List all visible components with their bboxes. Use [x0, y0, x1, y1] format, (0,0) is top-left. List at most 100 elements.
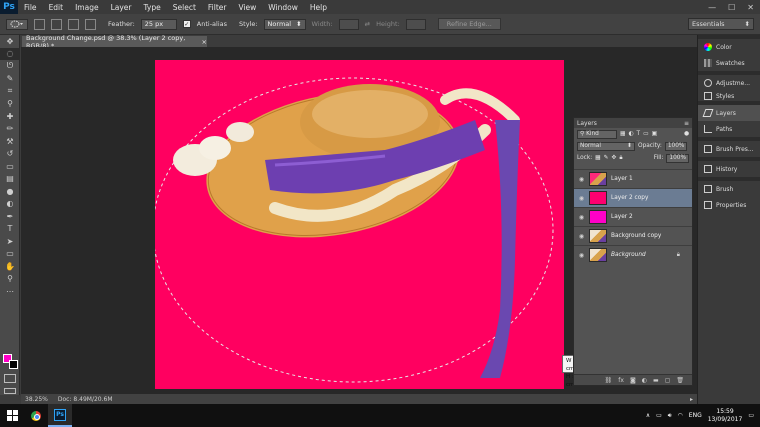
blend-mode-select[interactable]: Normal ⬍ — [577, 141, 635, 151]
new-layer-icon[interactable]: ▢ — [665, 377, 671, 384]
menu-filter[interactable]: Filter — [202, 3, 233, 12]
opacity-input[interactable]: 100% — [664, 141, 688, 151]
visibility-eye-icon[interactable]: ◉ — [574, 214, 589, 221]
menu-type[interactable]: Type — [138, 3, 167, 12]
dodge-tool-icon[interactable]: ◐ — [0, 198, 20, 211]
visibility-eye-icon[interactable]: ◉ — [574, 176, 589, 183]
pen-tool-icon[interactable]: ✒ — [0, 210, 20, 223]
lock-position-icon[interactable]: ✥ — [612, 155, 617, 161]
dock-adjustments[interactable]: Adjustme... — [698, 75, 760, 91]
link-layers-icon[interactable]: ⛓ — [605, 377, 613, 384]
fill-input[interactable]: 100% — [666, 153, 689, 163]
dock-history[interactable]: History — [698, 161, 760, 177]
dock-brush-presets[interactable]: Brush Pres... — [698, 141, 760, 157]
dock-properties[interactable]: Properties — [698, 197, 760, 213]
notifications-icon[interactable]: ▭ — [748, 412, 754, 419]
maximize-button[interactable]: ☐ — [728, 3, 735, 12]
layer-row-layer-2-copy[interactable]: ◉ Layer 2 copy — [574, 188, 692, 207]
crop-tool-icon[interactable]: ⌗ — [0, 85, 20, 98]
image-canvas[interactable] — [155, 60, 564, 389]
filter-kind-select[interactable]: ⚲ Kind — [577, 129, 617, 139]
status-menu-arrow-icon[interactable]: ▸ — [690, 396, 693, 403]
healing-brush-tool-icon[interactable]: ✚ — [0, 110, 20, 123]
type-tool-icon[interactable]: T — [0, 223, 20, 236]
feather-input[interactable]: 25 px — [140, 18, 177, 30]
menu-file[interactable]: File — [18, 3, 43, 12]
filter-toggle-icon[interactable]: ● — [684, 131, 689, 137]
antialias-checkbox[interactable]: ✓ — [182, 20, 191, 28]
adjustment-layer-icon[interactable]: ◐ — [642, 377, 647, 384]
language-indicator[interactable]: ENG — [689, 412, 702, 419]
gradient-tool-icon[interactable]: ▤ — [0, 173, 20, 186]
shape-tool-icon[interactable]: ▭ — [0, 248, 20, 261]
menu-window[interactable]: Window — [262, 3, 304, 12]
brush-tool-icon[interactable]: ✏ — [0, 123, 20, 136]
layer-row-background[interactable]: ◉ Background 🔒︎ — [574, 245, 692, 264]
menu-layer[interactable]: Layer — [105, 3, 138, 12]
layer-row-layer-2[interactable]: ◉ Layer 2 — [574, 207, 692, 226]
filter-shape-icon[interactable]: ▭ — [643, 131, 648, 137]
close-button[interactable]: ✕ — [747, 3, 754, 12]
taskbar-photoshop[interactable]: Ps — [48, 404, 72, 427]
eyedropper-tool-icon[interactable]: ⚲ — [0, 98, 20, 111]
style-select[interactable]: Normal ⬍ — [263, 18, 306, 30]
lock-transparent-icon[interactable]: ▦ — [595, 155, 600, 161]
zoom-level[interactable]: 38.25% — [25, 396, 48, 403]
tray-chevron-up-icon[interactable]: ∧ — [646, 412, 650, 419]
height-input[interactable] — [405, 18, 426, 30]
start-button[interactable] — [0, 404, 24, 427]
filter-type-icon[interactable]: T — [637, 131, 641, 137]
layer-row-layer-1[interactable]: ◉ Layer 1 — [574, 169, 692, 188]
blur-tool-icon[interactable]: ● — [0, 185, 20, 198]
swap-icon[interactable]: ⇄ — [365, 20, 370, 28]
workspace-select[interactable]: Essentials ⬍ — [688, 18, 754, 30]
minimize-button[interactable]: — — [708, 3, 716, 12]
refine-edge-button[interactable]: Refine Edge... — [437, 18, 501, 30]
menu-select[interactable]: Select — [167, 3, 202, 12]
menu-view[interactable]: View — [232, 3, 262, 12]
visibility-eye-icon[interactable]: ◉ — [574, 195, 589, 202]
panel-menu-icon[interactable]: ≡ — [684, 120, 689, 127]
wifi-icon[interactable]: ◠ — [678, 412, 683, 419]
eraser-tool-icon[interactable]: ▭ — [0, 160, 20, 173]
clock[interactable]: 15:59 13/09/2017 — [708, 408, 743, 424]
dock-styles[interactable]: Styles — [698, 91, 760, 101]
trash-icon[interactable]: 🗑︎ — [676, 377, 684, 384]
visibility-eye-icon[interactable]: ◉ — [574, 233, 589, 240]
marquee-tool-icon[interactable]: ◌ — [0, 47, 20, 60]
filter-smart-object-icon[interactable]: ▣ — [652, 131, 657, 137]
lock-image-icon[interactable]: ✎ — [604, 155, 609, 161]
doc-info[interactable]: Doc: 8.49M/20.6M — [58, 396, 113, 403]
quick-mask-icon[interactable] — [4, 374, 16, 383]
menu-image[interactable]: Image — [69, 3, 105, 12]
lock-all-icon[interactable]: 🔒︎ — [619, 155, 622, 162]
dock-color[interactable]: Color — [698, 39, 760, 55]
screen-mode-icon[interactable] — [4, 388, 16, 394]
move-tool-icon[interactable]: ✥ — [0, 35, 20, 48]
filter-adjustment-icon[interactable]: ◐ — [628, 131, 633, 137]
dock-paths[interactable]: Paths — [698, 121, 760, 137]
width-input[interactable] — [338, 18, 359, 30]
dock-brush[interactable]: Brush — [698, 181, 760, 197]
more-tools-icon[interactable]: ⋯ — [0, 285, 20, 298]
history-brush-tool-icon[interactable]: ↺ — [0, 148, 20, 161]
subtract-selection-icon[interactable] — [68, 18, 79, 30]
quick-selection-tool-icon[interactable]: ✎ — [0, 73, 20, 86]
filter-pixel-icon[interactable]: ▦ — [620, 131, 625, 137]
tool-preset-picker[interactable] — [6, 18, 28, 30]
layers-tab[interactable]: Layers — [577, 120, 597, 127]
network-icon[interactable]: ▭ — [656, 412, 662, 419]
new-selection-icon[interactable] — [34, 18, 45, 30]
document-tab[interactable]: Background Change.psd @ 38.3% (Layer 2 c… — [22, 34, 207, 50]
layer-style-icon[interactable]: fx — [618, 377, 624, 384]
visibility-eye-icon[interactable]: ◉ — [574, 252, 589, 259]
menu-help[interactable]: Help — [304, 3, 333, 12]
path-selection-tool-icon[interactable]: ➤ — [0, 235, 20, 248]
dock-layers[interactable]: Layers — [698, 105, 760, 121]
add-mask-icon[interactable]: ◙ — [630, 377, 636, 384]
volume-icon[interactable]: 🔊︎ — [668, 412, 672, 420]
dock-swatches[interactable]: Swatches — [698, 55, 760, 71]
clone-stamp-tool-icon[interactable]: ⚒ — [0, 135, 20, 148]
add-to-selection-icon[interactable] — [51, 18, 62, 30]
new-group-icon[interactable]: ▬ — [653, 377, 659, 384]
